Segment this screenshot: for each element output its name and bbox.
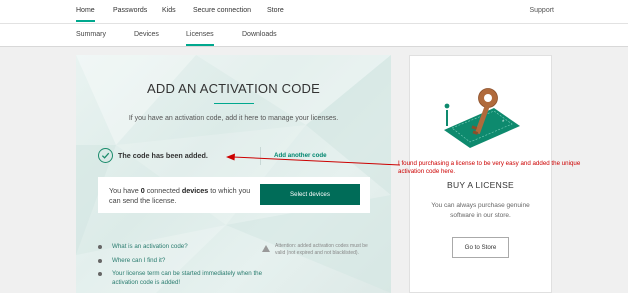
bullet-icon: [98, 272, 102, 276]
activation-card: ADD AN ACTIVATION CODE If you have an ac…: [76, 55, 391, 293]
buy-license-description: You can always purchase genuine software…: [431, 202, 530, 219]
nav-store[interactable]: Store: [267, 7, 284, 14]
warning-text: Attention: added activation codes must b…: [275, 243, 368, 256]
nav-passwords[interactable]: Passwords: [113, 7, 147, 14]
title-underline: [214, 103, 254, 104]
tab-licenses[interactable]: Licenses: [186, 31, 214, 46]
vertical-divider: [260, 147, 261, 165]
faq-item-what-is[interactable]: What is an activation code?: [98, 243, 278, 252]
buy-license-title: BUY A LICENSE: [446, 180, 515, 190]
page-title: ADD AN ACTIVATION CODE: [147, 81, 320, 96]
check-circle-icon: [98, 148, 113, 163]
devices-info: You have 0 connected devices to which yo…: [109, 186, 251, 205]
sub-nav-divider: [0, 46, 628, 47]
nav-home[interactable]: Home: [76, 7, 95, 22]
tab-summary[interactable]: Summary: [76, 31, 106, 38]
nav-secure-connection[interactable]: Secure connection: [193, 7, 251, 14]
faq-item-where[interactable]: Where can I find it?: [98, 257, 278, 266]
warning-icon: [262, 245, 270, 252]
tab-downloads[interactable]: Downloads: [242, 31, 277, 38]
top-nav: Home Passwords Kids Secure connection St…: [0, 0, 628, 24]
add-another-code-link[interactable]: Add another code: [274, 152, 327, 159]
bullet-icon: [98, 245, 102, 249]
bullet-icon: [98, 258, 102, 263]
select-devices-button[interactable]: Select devices: [260, 184, 360, 205]
faq-item-license-term[interactable]: Your license term can be started immedia…: [98, 270, 278, 287]
success-message: The code has been added.: [118, 151, 208, 160]
license-key-illustration: *: [444, 88, 520, 148]
faq-list: What is an activation code? Where can I …: [98, 243, 278, 292]
sub-nav: Summary Devices Licenses Downloads: [0, 24, 628, 47]
devices-panel: You have 0 connected devices to which yo…: [98, 177, 370, 213]
tab-devices[interactable]: Devices: [134, 31, 159, 38]
nav-support[interactable]: Support: [529, 7, 554, 14]
annotation-note: I found purchasing a license to be very …: [398, 160, 581, 175]
page-subtitle: If you have an activation code, add it h…: [128, 115, 339, 122]
nav-kids[interactable]: Kids: [162, 7, 176, 14]
go-to-store-button[interactable]: Go to Store: [452, 237, 509, 258]
